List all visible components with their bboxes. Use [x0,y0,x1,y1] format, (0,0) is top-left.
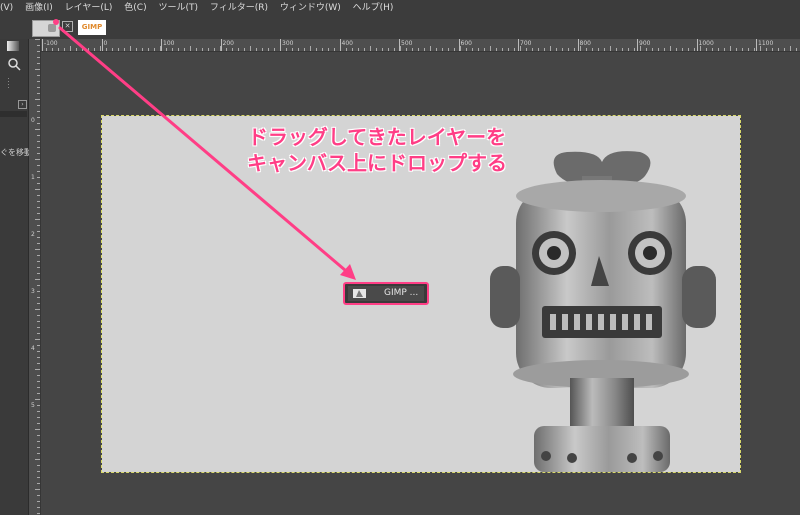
dragged-layer-label: GIMP ... [384,288,419,298]
layer-thumbnail-icon [353,289,366,298]
dragged-layer-chip[interactable]: GIMP ... [343,282,429,305]
drag-arrow [53,19,356,280]
